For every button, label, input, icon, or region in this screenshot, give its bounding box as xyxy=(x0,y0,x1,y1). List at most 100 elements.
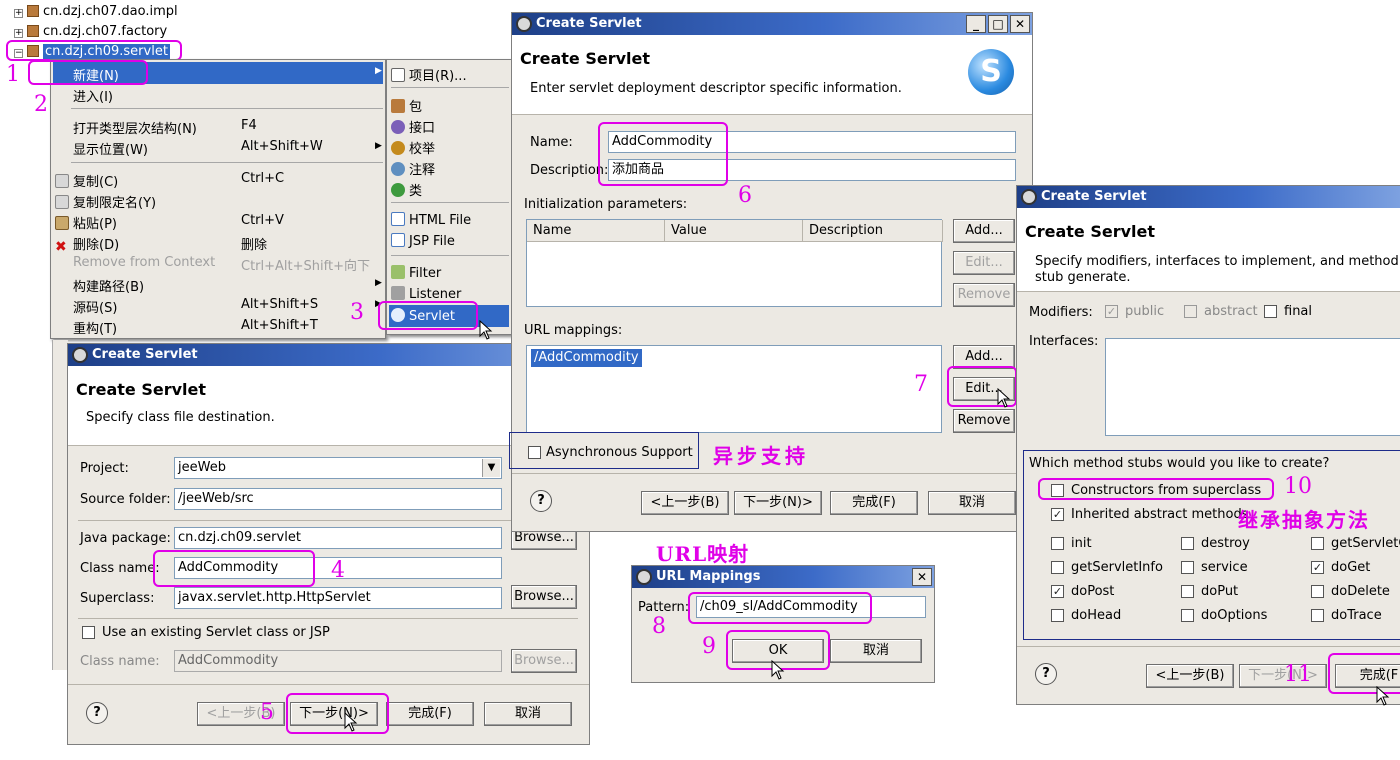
method-label-getservletconfig: getServletC xyxy=(1331,536,1400,551)
tree-item-dao-impl[interactable]: + cn.dzj.ch07.dao.impl xyxy=(14,3,178,23)
submenu-item-class[interactable]: 类 xyxy=(391,180,422,199)
modifiers-label: Modifiers: xyxy=(1029,305,1093,320)
cancel-button[interactable]: 取消 xyxy=(484,702,572,726)
step-number-6: 6 xyxy=(738,183,752,208)
add-param-button[interactable]: Add... xyxy=(953,219,1015,243)
menu-item-type-hierarchy[interactable]: 打开类型层次结构(N) F4 xyxy=(73,118,257,137)
method-checkbox-init[interactable] xyxy=(1051,537,1064,550)
chevron-down-icon[interactable]: ▼ xyxy=(482,459,500,477)
package-icon xyxy=(27,5,39,17)
project-combo[interactable]: jeeWeb ▼ xyxy=(174,457,502,479)
submenu-item-project[interactable]: 项目(R)... xyxy=(391,65,467,84)
method-label-doput: doPut xyxy=(1201,584,1239,599)
submenu-item-jsp[interactable]: JSP File xyxy=(391,233,455,249)
interfaces-list[interactable] xyxy=(1105,338,1400,436)
close-icon[interactable]: ✕ xyxy=(912,568,932,586)
method-checkbox-getservletinfo[interactable] xyxy=(1051,561,1064,574)
copy-qualified-icon xyxy=(55,195,69,209)
superclass-field[interactable]: javax.servlet.http.HttpServlet xyxy=(174,587,502,609)
menu-separator xyxy=(71,108,383,109)
use-existing-checkbox[interactable] xyxy=(82,626,95,639)
project-icon xyxy=(391,68,405,82)
public-checkbox: ✓ xyxy=(1105,305,1118,318)
submenu-item-annotation[interactable]: 注释 xyxy=(391,159,435,178)
remove-url-button[interactable]: Remove xyxy=(953,409,1015,433)
menu-item-copy-qualified[interactable]: 复制限定名(Y) xyxy=(55,192,156,211)
expand-icon[interactable]: + xyxy=(14,9,23,18)
inherited-label: Inherited abstract methods xyxy=(1071,507,1249,522)
method-checkbox-dotrace[interactable] xyxy=(1311,609,1324,622)
method-checkbox-dopost[interactable]: ✓ xyxy=(1051,585,1064,598)
method-checkbox-getservletconfig[interactable] xyxy=(1311,537,1324,550)
init-params-table[interactable]: Name Value Description xyxy=(526,219,943,307)
help-icon[interactable]: ? xyxy=(86,702,108,724)
dialog-description: Specify class file destination. xyxy=(86,410,275,425)
maximize-icon[interactable]: □ xyxy=(988,15,1008,33)
menu-item-remove-context[interactable]: Remove from Context Ctrl+Alt+Shift+向下 xyxy=(73,255,370,274)
help-icon[interactable]: ? xyxy=(530,490,552,512)
init-params-label: Initialization parameters: xyxy=(524,197,688,212)
method-label-dopost: doPost xyxy=(1071,584,1115,599)
method-checkbox-dooptions[interactable] xyxy=(1181,609,1194,622)
help-icon[interactable]: ? xyxy=(1035,663,1057,685)
menu-item-delete[interactable]: ✖ 删除(D) 删除 xyxy=(55,234,267,254)
context-menu: 新建(N) ▶ 进入(I) 打开类型层次结构(N) F4 显示位置(W) Alt+S… xyxy=(50,59,386,339)
submenu-item-package[interactable]: 包 xyxy=(391,96,422,115)
cancel-button[interactable]: 取消 xyxy=(830,639,922,663)
back-button[interactable]: <上一步(B) xyxy=(1146,664,1234,688)
method-checkbox-dohead[interactable] xyxy=(1051,609,1064,622)
submenu-item-interface[interactable]: 接口 xyxy=(391,117,435,136)
class-name-label: Class name: xyxy=(80,561,160,576)
cancel-button[interactable]: 取消 xyxy=(928,491,1016,515)
inherited-checkbox[interactable]: ✓ xyxy=(1051,508,1064,521)
submenu-item-enum[interactable]: 校举 xyxy=(391,138,435,157)
column-header-name[interactable]: Name xyxy=(527,220,665,242)
menu-item-enter[interactable]: 进入(I) xyxy=(73,86,113,105)
submenu-arrow-icon: ▶ xyxy=(375,66,382,76)
submenu-item-html[interactable]: HTML File xyxy=(391,212,471,228)
dialog-titlebar: URL Mappings ✕ xyxy=(632,566,934,588)
url-mappings-list[interactable]: /AddCommodity xyxy=(526,345,942,433)
existing-class-field: AddCommodity xyxy=(174,650,502,672)
filter-icon xyxy=(391,265,405,279)
submenu-item-listener[interactable]: Listener xyxy=(391,286,461,302)
next-button[interactable]: 下一步(N)> xyxy=(734,491,822,515)
mouse-cursor-icon xyxy=(344,712,358,732)
url-mapping-item[interactable]: /AddCommodity xyxy=(531,349,642,367)
method-label-service: service xyxy=(1201,560,1248,575)
method-label-doget: doGet xyxy=(1331,560,1371,575)
menu-item-paste[interactable]: 粘贴(P) Ctrl+V xyxy=(55,213,284,232)
expand-icon[interactable]: + xyxy=(14,29,23,38)
annotation-async-support: 异步支持 xyxy=(713,444,809,468)
eclipse-icon xyxy=(636,569,652,585)
method-checkbox-destroy[interactable] xyxy=(1181,537,1194,550)
source-folder-field[interactable]: /jeeWeb/src xyxy=(174,488,502,510)
browse-superclass-button[interactable]: Browse... xyxy=(511,585,577,609)
method-label-dohead: doHead xyxy=(1071,608,1122,623)
menu-item-show-in[interactable]: 显示位置(W) Alt+Shift+W xyxy=(73,139,323,158)
url-mappings-label: URL mappings: xyxy=(524,323,623,338)
close-icon[interactable]: ✕ xyxy=(1010,15,1030,33)
menu-item-source[interactable]: 源码(S) Alt+Shift+S xyxy=(73,297,318,316)
divider xyxy=(78,618,578,619)
menu-item-copy[interactable]: 复制(C) Ctrl+C xyxy=(55,171,284,190)
step-number-10: 10 xyxy=(1284,474,1312,499)
submenu-item-filter[interactable]: Filter xyxy=(391,265,441,281)
final-checkbox[interactable] xyxy=(1264,305,1277,318)
method-checkbox-dodelete[interactable] xyxy=(1311,585,1324,598)
column-header-value[interactable]: Value xyxy=(665,220,803,242)
back-button[interactable]: <上一步(B) xyxy=(641,491,729,515)
method-checkbox-service[interactable] xyxy=(1181,561,1194,574)
minimize-icon[interactable]: _ xyxy=(966,15,986,33)
finish-button[interactable]: 完成(F) xyxy=(386,702,474,726)
step-number-4: 4 xyxy=(331,558,345,583)
java-package-field[interactable]: cn.dzj.ch09.servlet xyxy=(174,527,502,549)
column-header-description[interactable]: Description xyxy=(803,220,943,242)
method-checkbox-doput[interactable] xyxy=(1181,585,1194,598)
highlight-box-constructors xyxy=(1038,478,1274,500)
menu-item-refactor[interactable]: 重构(T) Alt+Shift+T xyxy=(73,318,318,337)
method-checkbox-doget[interactable]: ✓ xyxy=(1311,561,1324,574)
divider xyxy=(78,520,578,521)
finish-button[interactable]: 完成(F) xyxy=(830,491,918,515)
menu-item-build-path[interactable]: 构建路径(B) xyxy=(73,276,144,295)
